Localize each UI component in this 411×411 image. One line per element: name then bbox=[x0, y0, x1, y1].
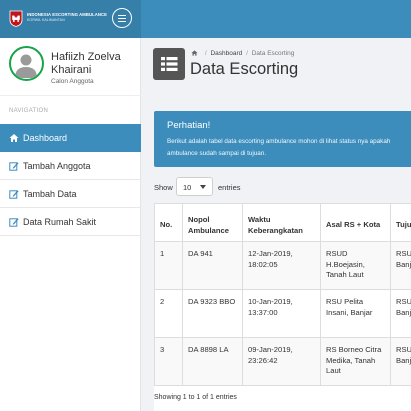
alert-box: Perhatian! Berikut adalah tabel data esc… bbox=[154, 111, 411, 167]
table-cell: 09-Jan-2019, 23:26:42 bbox=[242, 337, 321, 386]
avatar[interactable] bbox=[9, 46, 44, 81]
sidebar-item-tambah-data[interactable]: Tambah Data bbox=[0, 180, 141, 208]
entries-select-value: 10 bbox=[183, 183, 192, 192]
menu-bar-icon bbox=[118, 14, 126, 16]
table-cell: 1 bbox=[154, 241, 183, 290]
page-icon bbox=[153, 48, 185, 80]
table-cell: DA 9323 BBO bbox=[182, 289, 243, 338]
table-cell: RS Borneo Citra Medika, Tanah Laut bbox=[320, 337, 391, 386]
table-cell: RSUD Banjar bbox=[390, 337, 411, 386]
edit-icon bbox=[9, 218, 19, 227]
column-header-label: Asal RS + Kota bbox=[326, 220, 381, 230]
table-cell: 2 bbox=[154, 289, 183, 338]
entries-select[interactable]: 10 bbox=[176, 177, 213, 196]
sidebar-item-tambah-anggota[interactable]: Tambah Anggota bbox=[0, 152, 141, 180]
sidebar-item-data-rumah-sakit[interactable]: Data Rumah Sakit bbox=[0, 208, 141, 236]
chevron-down-icon bbox=[200, 185, 206, 189]
brand-area[interactable]: INDONESIA ESCORTING AMBULANCE KORWIL KAL… bbox=[0, 0, 141, 38]
table-cell: 3 bbox=[154, 337, 183, 386]
table-row: 1 DA 941 12-Jan-2019, 18:02:05 RSUD H.Bo… bbox=[154, 241, 411, 290]
alert-body-line: Berikut adalah tabel data escorting ambu… bbox=[167, 138, 391, 145]
table-cell: DA 8898 LA bbox=[182, 337, 243, 386]
sidebar-item-label: Tambah Data bbox=[23, 189, 77, 199]
column-header-label: Tujuan bbox=[396, 220, 411, 230]
sidebar-toggle-button[interactable] bbox=[112, 8, 132, 28]
table-cell: 10-Jan-2019, 13:37:00 bbox=[242, 289, 321, 338]
main-content: / Dashboard / Data Escorting Data Escort… bbox=[141, 38, 411, 411]
user-panel: Hafiizh Zoelva Khairani Calon Anggota bbox=[0, 38, 141, 96]
page-title: Data Escorting bbox=[190, 60, 299, 78]
column-header-label: No. bbox=[160, 220, 173, 230]
menu-bar-icon bbox=[118, 21, 126, 23]
table-cell: 12-Jan-2019, 18:02:05 bbox=[242, 241, 321, 290]
table-header-row: No. Nopol Ambulance Waktu Keberangkatan … bbox=[154, 203, 411, 242]
length-prefix: Show bbox=[154, 183, 173, 192]
brand-title: INDONESIA ESCORTING AMBULANCE bbox=[27, 12, 108, 17]
length-suffix: entries bbox=[218, 183, 241, 192]
alert-body-line: ambulance sudah sampai di tujuan. bbox=[167, 150, 267, 157]
edit-icon bbox=[9, 162, 19, 171]
nav-header: NAVIGATION bbox=[9, 108, 49, 114]
alert-title: Perhatian! bbox=[167, 120, 211, 131]
breadcrumb: / Dashboard / Data Escorting bbox=[191, 50, 294, 57]
column-header-no[interactable]: No. bbox=[154, 203, 183, 242]
column-header-label: Waktu Keberangkatan bbox=[248, 215, 303, 235]
column-header-tujuan[interactable]: Tujuan bbox=[390, 203, 411, 242]
menu-bar-icon bbox=[118, 17, 126, 20]
user-avatar-icon bbox=[15, 54, 37, 78]
table-icon bbox=[161, 57, 178, 71]
column-header-label: Nopol Ambulance bbox=[188, 215, 229, 235]
sidebar-item-label: Data Rumah Sakit bbox=[23, 217, 97, 227]
column-header-waktu[interactable]: Waktu Keberangkatan bbox=[242, 203, 321, 242]
data-table-container[interactable]: No. Nopol Ambulance Waktu Keberangkatan … bbox=[154, 203, 411, 411]
user-name: Hafiizh Zoelva Khairani bbox=[51, 51, 121, 76]
user-role: Calon Anggota bbox=[51, 78, 94, 85]
alert-body: Berikut adalah tabel data escorting ambu… bbox=[167, 136, 411, 160]
table-cell: RSUD Banjar bbox=[390, 289, 411, 338]
brand-subtitle: KORWIL KALIMANTAN bbox=[27, 18, 65, 22]
column-header-asal[interactable]: Asal RS + Kota bbox=[320, 203, 391, 242]
sidebar-item-label: Tambah Anggota bbox=[23, 161, 91, 171]
top-navbar: INDONESIA ESCORTING AMBULANCE KORWIL KAL… bbox=[0, 0, 411, 38]
column-header-nopol[interactable]: Nopol Ambulance bbox=[182, 203, 243, 242]
ambulance-logo-icon bbox=[9, 10, 23, 27]
sidebar-item-label: Dashboard bbox=[23, 133, 68, 143]
table-cell: DA 941 bbox=[182, 241, 243, 290]
breadcrumb-separator: / bbox=[204, 50, 207, 57]
edit-icon bbox=[9, 190, 19, 199]
table-row: 3 DA 8898 LA 09-Jan-2019, 23:26:42 RS Bo… bbox=[154, 337, 411, 386]
breadcrumb-separator: / bbox=[246, 50, 248, 57]
table-cell: RSUD Banjar bbox=[390, 241, 411, 290]
table-info: Showing 1 to 1 of 1 entries bbox=[154, 394, 237, 401]
breadcrumb-current: Data Escorting bbox=[251, 50, 295, 57]
sidebar: Hafiizh Zoelva Khairani Calon Anggota NA… bbox=[0, 38, 141, 411]
table-cell: RSUD H.Boejasin, Tanah Laut bbox=[320, 241, 391, 290]
table-cell: RSU Pelita Insani, Banjar bbox=[320, 289, 391, 338]
data-table: No. Nopol Ambulance Waktu Keberangkatan … bbox=[154, 203, 411, 386]
breadcrumb-dashboard-link[interactable]: Dashboard bbox=[210, 50, 242, 57]
table-row: 2 DA 9323 BBO 10-Jan-2019, 13:37:00 RSU … bbox=[154, 289, 411, 338]
sidebar-item-dashboard[interactable]: Dashboard bbox=[0, 124, 141, 152]
home-icon[interactable] bbox=[191, 50, 198, 56]
home-icon bbox=[9, 134, 19, 142]
